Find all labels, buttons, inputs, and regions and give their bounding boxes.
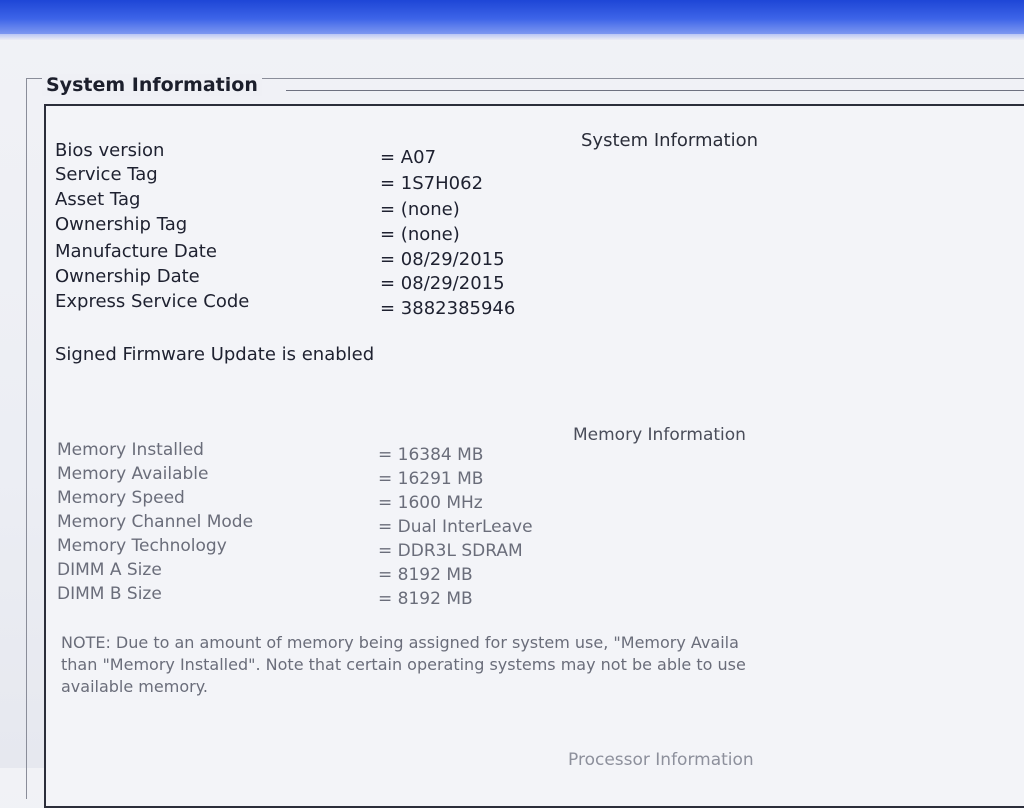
system-info-header: System Information	[581, 130, 759, 151]
dimm-b-size-label: DIMM B Size	[57, 584, 162, 604]
express-service-code-label: Express Service Code	[55, 291, 250, 312]
group-title-rule	[286, 90, 1024, 91]
bios-version-label: Bios version	[55, 140, 165, 161]
service-tag-value: = 1S7H062	[380, 173, 484, 194]
memory-installed-label: Memory Installed	[57, 440, 204, 460]
memory-info-header: Memory Information	[573, 425, 746, 445]
signed-firmware-status: Signed Firmware Update is enabled	[55, 344, 375, 365]
asset-tag-value: = (none)	[380, 199, 460, 220]
group-box-title: System Information	[42, 74, 262, 96]
service-tag-label: Service Tag	[55, 164, 158, 185]
processor-info-header: Processor Information	[568, 750, 754, 770]
asset-tag-label: Asset Tag	[55, 189, 141, 210]
dimm-b-size-value: = 8192 MB	[378, 589, 473, 609]
manufacture-date-value: = 08/29/2015	[380, 249, 505, 270]
memory-channel-mode-label: Memory Channel Mode	[57, 512, 254, 532]
memory-note: NOTE: Due to an amount of memory being a…	[61, 632, 1024, 698]
dimm-a-size-label: DIMM A Size	[57, 560, 162, 580]
window-title-bar	[0, 0, 1024, 34]
memory-note-line: NOTE: Due to an amount of memory being a…	[61, 633, 739, 652]
memory-available-value: = 16291 MB	[378, 469, 484, 489]
memory-note-line: available memory.	[61, 677, 208, 696]
ownership-tag-value: = (none)	[380, 224, 460, 245]
memory-speed-value: = 1600 MHz	[378, 493, 483, 513]
ownership-date-value: = 08/29/2015	[380, 273, 505, 294]
memory-technology-label: Memory Technology	[57, 536, 227, 556]
manufacture-date-label: Manufacture Date	[55, 241, 217, 262]
express-service-code-value: = 3882385946	[380, 298, 516, 319]
memory-technology-value: = DDR3L SDRAM	[378, 541, 523, 561]
dimm-a-size-value: = 8192 MB	[378, 565, 473, 585]
memory-installed-value: = 16384 MB	[378, 445, 484, 465]
ownership-date-label: Ownership Date	[55, 266, 200, 287]
memory-speed-label: Memory Speed	[57, 488, 185, 508]
memory-available-label: Memory Available	[57, 464, 209, 484]
memory-note-line: than "Memory Installed". Note that certa…	[61, 655, 746, 674]
ownership-tag-label: Ownership Tag	[55, 214, 188, 235]
bios-version-value: = A07	[380, 147, 437, 168]
title-bar-edge	[0, 34, 1024, 40]
memory-channel-mode-value: = Dual InterLeave	[378, 517, 533, 537]
